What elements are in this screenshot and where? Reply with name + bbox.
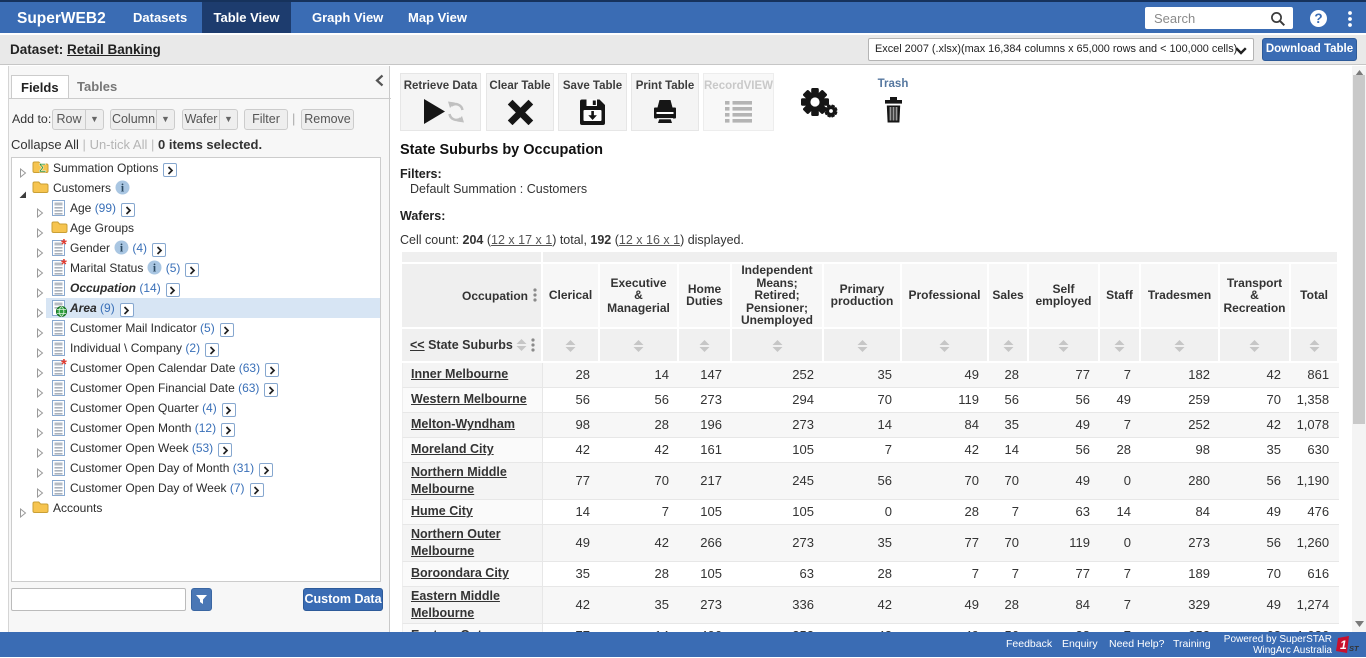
svg-text:1: 1 bbox=[1340, 638, 1347, 652]
svg-text:ST: ST bbox=[1349, 644, 1360, 653]
svg-text:Σ: Σ bbox=[39, 161, 46, 174]
